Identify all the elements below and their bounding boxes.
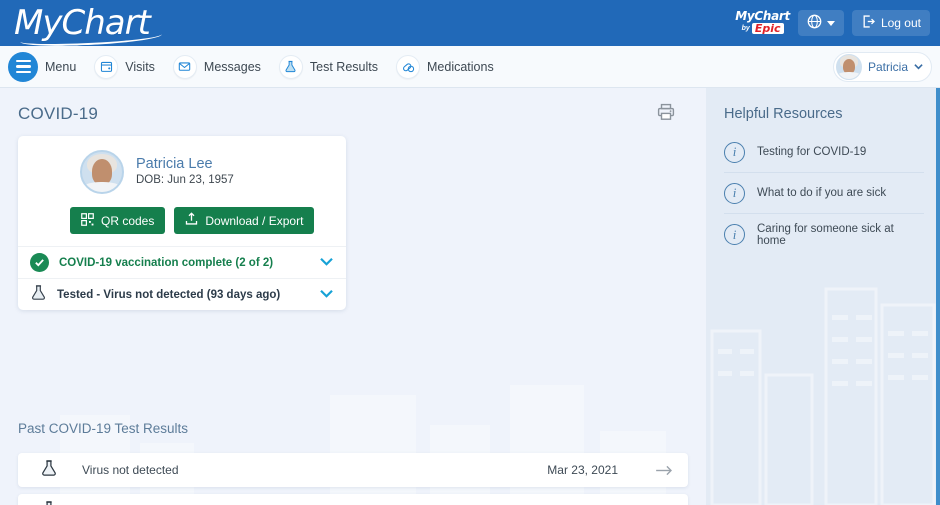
sidebar-item-what-to-do-if-sick[interactable]: i What to do if you are sick	[724, 173, 924, 214]
info-icon: i	[724, 141, 745, 163]
nav-label-test-results: Test Results	[309, 59, 378, 74]
patient-summary-card: Patricia Lee DOB: Jun 23, 1957 QR codes …	[18, 136, 346, 310]
helpful-resources-sidebar: Helpful Resources i Testing for COVID-19…	[706, 88, 940, 505]
sidebar-item-caring-for-someone-sick[interactable]: i Caring for someone sick at home	[724, 214, 924, 255]
upload-icon	[185, 212, 198, 229]
user-name-label: Patricia	[867, 59, 908, 74]
globe-icon	[807, 14, 822, 32]
nav-label-messages: Messages	[203, 59, 261, 74]
sidebar-item-label: What to do if you are sick	[757, 187, 887, 199]
vaccination-status-label: COVID-19 vaccination complete (2 of 2)	[59, 256, 274, 269]
qr-codes-button[interactable]: QR codes	[70, 207, 166, 234]
main-content-area: COVID-19 Patricia Lee DOB: Jun 23, 1957 …	[0, 88, 706, 505]
vaccination-status-row[interactable]: COVID-19 vaccination complete (2 of 2)	[18, 246, 346, 278]
past-results-title: Past COVID-19 Test Results	[18, 421, 189, 436]
nav-label-medications: Medications	[427, 59, 494, 74]
sidebar-item-label: Caring for someone sick at home	[757, 222, 894, 247]
logout-label: Log out	[880, 16, 921, 30]
qr-codes-label: QR codes	[101, 213, 155, 228]
epic-branding-badge: MyChart by Epic	[735, 10, 790, 34]
skyline-watermark	[710, 287, 936, 505]
pills-icon	[396, 54, 420, 79]
sidebar-title: Helpful Resources	[724, 106, 843, 122]
patient-dob: DOB: Jun 23, 1957	[136, 174, 234, 187]
mychart-logo[interactable]: MyChart	[14, 6, 163, 48]
result-name: Virus not detected	[82, 463, 179, 477]
table-row[interactable]: Virus not detected Sep 13, 2020	[18, 494, 688, 505]
page-right-edge-accent	[936, 88, 940, 505]
nav-item-messages[interactable]: Messages	[172, 54, 261, 79]
sidebar-list: i Testing for COVID-19 i What to do if y…	[724, 132, 924, 255]
nav-label-visits: Visits	[125, 59, 155, 74]
chevron-down-icon	[826, 20, 835, 26]
info-icon: i	[724, 182, 745, 204]
hamburger-menu-icon[interactable]	[8, 51, 38, 82]
logout-button[interactable]: Log out	[851, 10, 930, 36]
past-results-list: Virus not detected Mar 23, 2021 Virus	[18, 453, 688, 505]
top-header-bar: MyChart MyChart by Epic Log out	[0, 0, 940, 48]
nav-item-visits[interactable]: Visits	[94, 54, 155, 79]
epic-badge-epic: Epic	[751, 23, 784, 34]
qr-code-icon	[81, 212, 94, 229]
header-right-controls: MyChart by Epic Log out	[735, 10, 940, 36]
nav-item-menu[interactable]: Menu	[8, 51, 77, 82]
flask-icon	[40, 500, 58, 505]
test-status-label: Tested - Virus not detected (93 days ago…	[57, 288, 281, 301]
avatar	[835, 53, 862, 80]
page-title: COVID-19	[18, 104, 99, 123]
chevron-down-icon[interactable]	[319, 254, 334, 272]
sidebar-item-label: Testing for COVID-19	[757, 146, 867, 158]
chevron-down-icon	[914, 58, 923, 76]
table-row[interactable]: Virus not detected Mar 23, 2021	[18, 453, 688, 487]
language-selector-button[interactable]	[797, 10, 844, 36]
flask-icon	[30, 284, 47, 306]
print-button[interactable]	[656, 102, 676, 127]
test-status-row[interactable]: Tested - Virus not detected (93 days ago…	[18, 278, 346, 310]
flask-icon	[40, 459, 58, 482]
chevron-down-icon[interactable]	[319, 286, 334, 304]
arrow-right-icon[interactable]	[618, 464, 674, 477]
download-export-button[interactable]: Download / Export	[174, 207, 315, 234]
printer-icon	[656, 103, 676, 126]
sidebar-item-testing-for-covid19[interactable]: i Testing for COVID-19	[724, 132, 924, 173]
flask-icon	[278, 54, 303, 79]
calendar-icon	[94, 54, 119, 79]
epic-badge-mychart: MyChart	[735, 9, 790, 23]
patient-name: Patricia Lee	[136, 156, 213, 173]
info-icon: i	[724, 224, 745, 245]
main-navigation-bar: Menu Visits Messages Test Results Medica…	[0, 46, 940, 88]
nav-label-menu: Menu	[45, 59, 77, 74]
epic-badge-by: by	[741, 25, 750, 32]
mychart-app: MyChart MyChart by Epic Log out Menu Vis…	[0, 0, 940, 505]
check-circle-icon	[30, 253, 49, 272]
envelope-icon	[172, 54, 197, 79]
result-date: Mar 23, 2021	[547, 463, 618, 477]
logout-icon	[861, 14, 876, 32]
download-export-label: Download / Export	[205, 213, 304, 228]
nav-item-test-results[interactable]: Test Results	[278, 54, 378, 79]
nav-item-medications[interactable]: Medications	[396, 54, 494, 79]
user-account-menu[interactable]: Patricia	[832, 51, 932, 82]
patient-avatar	[80, 150, 124, 194]
